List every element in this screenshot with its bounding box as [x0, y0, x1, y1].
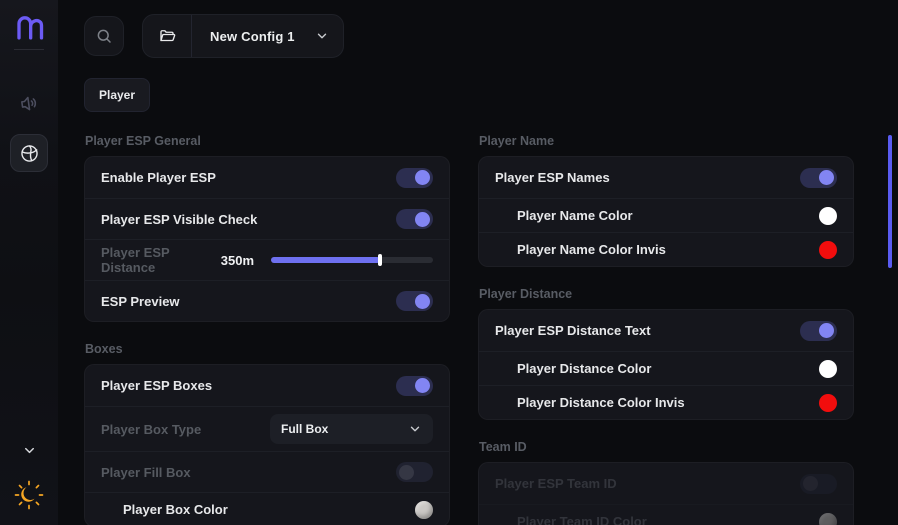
chevron-down-icon[interactable] — [18, 439, 40, 461]
color-swatch-player-team-id-color[interactable] — [819, 513, 837, 525]
slider-track[interactable] — [271, 257, 433, 263]
row-label: Player ESP Visible Check — [101, 212, 257, 227]
settings-card: Player ESP Team ID Player Team ID Color — [478, 462, 854, 525]
row-label: Player Fill Box — [101, 465, 191, 480]
section-player-distance: Player DistancePlayer ESP Distance TextP… — [478, 287, 854, 420]
color-swatch-player-name-color-invis[interactable] — [819, 241, 837, 259]
section-boxes: Boxes Player ESP Boxes Player Box Type Full… — [84, 342, 450, 525]
setting-row-player-esp-team-id: Player ESP Team ID — [479, 463, 853, 504]
slider-player-esp-distance: 350m — [221, 253, 433, 268]
settings-column-right: Player Name Player ESP Names Player Name C… — [478, 134, 854, 525]
section-title: Player Name — [479, 134, 854, 148]
config-name: New Config 1 — [192, 29, 315, 44]
setting-row-enable-player-esp: Enable Player ESP — [85, 157, 449, 198]
row-label: Player Box Color — [101, 502, 228, 517]
setting-row-player-name-color-invis: Player Name Color Invis — [479, 232, 853, 266]
row-label: Player Name Color — [495, 208, 633, 223]
toggle-knob — [399, 465, 414, 480]
toggle-enable-player-esp[interactable] — [396, 168, 433, 188]
section-team-id: Team ID Player ESP Team ID Player Team ID … — [478, 440, 854, 525]
section-player-esp-general: Player ESP General Enable Player ESP Playe… — [84, 134, 450, 322]
toggle-knob — [415, 294, 430, 309]
chevron-down-icon — [408, 422, 422, 436]
toggle-player-esp-distance-text[interactable] — [800, 321, 837, 341]
row-label: Player ESP Team ID — [495, 476, 617, 491]
toggle-player-esp-visible-check[interactable] — [396, 209, 433, 229]
search-icon — [95, 27, 113, 45]
slider-value: 350m — [221, 253, 254, 268]
search-button[interactable] — [84, 16, 124, 56]
color-swatch-player-box-color[interactable] — [415, 501, 433, 519]
setting-row-player-distance-color: Player Distance Color — [479, 351, 853, 385]
toggle-knob — [415, 212, 430, 227]
slider-fill — [271, 257, 380, 263]
settings-card: Enable Player ESP Player ESP Visible Chec… — [84, 156, 450, 322]
folder-open-icon — [143, 15, 192, 57]
config-selector[interactable]: New Config 1 — [142, 14, 344, 58]
app-logo-icon — [14, 12, 44, 42]
row-label: Player ESP Names — [495, 170, 610, 185]
scrollbar-thumb[interactable] — [888, 135, 892, 268]
sidebar — [0, 0, 58, 525]
toggle-player-esp-names[interactable] — [800, 168, 837, 188]
section-title: Player Distance — [479, 287, 854, 301]
color-swatch-player-distance-color-invis[interactable] — [819, 394, 837, 412]
setting-row-esp-preview: ESP Preview — [85, 280, 449, 321]
toggle-knob — [803, 476, 818, 491]
section-title: Team ID — [479, 440, 854, 454]
sidebar-divider — [14, 49, 44, 50]
setting-row-player-distance-color-invis: Player Distance Color Invis — [479, 385, 853, 419]
row-label: Player Distance Color Invis — [495, 395, 685, 410]
row-label: Player Distance Color — [495, 361, 651, 376]
section-player-name: Player Name Player ESP Names Player Name C… — [478, 134, 854, 267]
settings-card: Player ESP Names Player Name Color Player … — [478, 156, 854, 267]
section-title: Player ESP General — [85, 134, 450, 148]
row-label: ESP Preview — [101, 294, 180, 309]
toggle-knob — [415, 378, 430, 393]
dropdown-player-box-type[interactable]: Full Box — [270, 414, 433, 444]
settings-grid: Player ESP General Enable Player ESP Playe… — [84, 134, 854, 525]
speaker-icon[interactable] — [17, 91, 42, 116]
setting-row-player-esp-distance: Player ESP Distance350m — [85, 239, 449, 280]
setting-row-player-fill-box: Player Fill Box — [85, 451, 449, 492]
moon-sun-icon[interactable] — [13, 479, 45, 511]
toggle-player-fill-box[interactable] — [396, 462, 433, 482]
slider-thumb[interactable] — [378, 254, 382, 266]
toggle-knob — [819, 323, 834, 338]
section-title: Boxes — [85, 342, 450, 356]
row-label: Player ESP Distance Text — [495, 323, 651, 338]
settings-card: Player ESP BoxesPlayer Box TypeFull BoxP… — [84, 364, 450, 525]
setting-row-player-esp-names: Player ESP Names — [479, 157, 853, 198]
row-label: Player ESP Distance — [101, 245, 221, 275]
row-label: Player Box Type — [101, 422, 201, 437]
color-swatch-player-name-color[interactable] — [819, 207, 837, 225]
row-label: Enable Player ESP — [101, 170, 216, 185]
toggle-esp-preview[interactable] — [396, 291, 433, 311]
color-swatch-player-distance-color[interactable] — [819, 360, 837, 378]
main-content: New Config 1 Player Player ESP General En… — [58, 0, 898, 525]
toggle-player-esp-team-id[interactable] — [800, 474, 837, 494]
toggle-player-esp-boxes[interactable] — [396, 376, 433, 396]
row-label: Player ESP Boxes — [101, 378, 212, 393]
globe-icon — [19, 143, 40, 164]
chevron-down-icon — [315, 29, 343, 43]
row-label: Player Name Color Invis — [495, 242, 666, 257]
setting-row-player-box-color: Player Box Color — [85, 492, 449, 525]
setting-row-player-team-id-color: Player Team ID Color — [479, 504, 853, 525]
settings-column-left: Player ESP General Enable Player ESP Playe… — [84, 134, 450, 525]
sidebar-item-visuals[interactable] — [10, 134, 48, 172]
tab-player[interactable]: Player — [84, 78, 150, 112]
setting-row-player-esp-visible-check: Player ESP Visible Check — [85, 198, 449, 239]
row-label: Player Team ID Color — [495, 514, 647, 525]
settings-card: Player ESP Distance Text Player Distance … — [478, 309, 854, 420]
toggle-knob — [415, 170, 430, 185]
toggle-knob — [819, 170, 834, 185]
setting-row-player-esp-distance-text: Player ESP Distance Text — [479, 310, 853, 351]
topbar: New Config 1 — [84, 14, 854, 58]
dropdown-value: Full Box — [281, 422, 328, 436]
setting-row-player-name-color: Player Name Color — [479, 198, 853, 232]
setting-row-player-box-type: Player Box Type Full Box — [85, 406, 449, 451]
setting-row-player-esp-boxes: Player ESP Boxes — [85, 365, 449, 406]
